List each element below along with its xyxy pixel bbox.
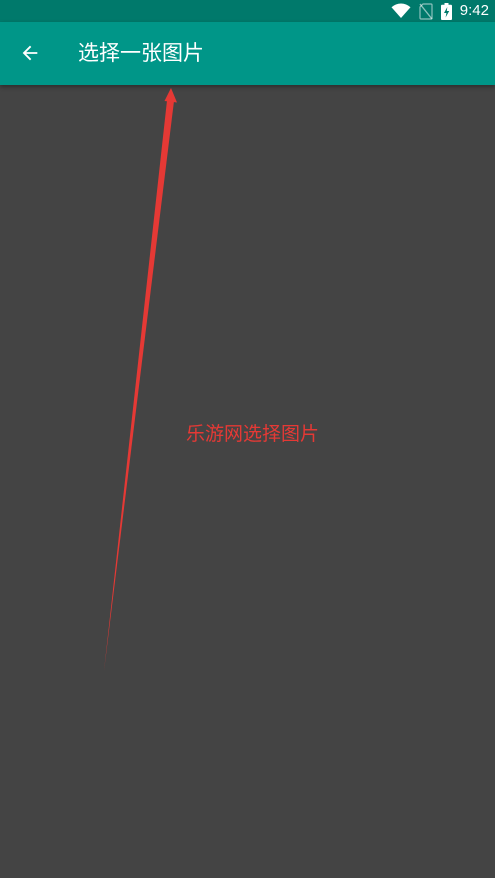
battery-charging-icon [440, 2, 452, 20]
arrow-back-icon [22, 45, 38, 61]
wifi-icon [391, 3, 411, 19]
status-icons: 9:42 [391, 0, 489, 22]
annotation-text: 乐游网选择图片 [186, 423, 320, 445]
annotation-arrow [104, 88, 177, 671]
annotation-arrow-head [164, 88, 177, 103]
status-time: 9:42 [459, 2, 489, 19]
back-button[interactable] [8, 31, 52, 75]
no-sim-icon [419, 2, 433, 20]
content-area: 乐游网选择图片 [0, 85, 495, 878]
page-title: 选择一张图片 [78, 41, 204, 65]
app-bar: 选择一张图片 [0, 22, 495, 85]
annotation-arrow-shaft [104, 96, 175, 671]
status-bar: 9:42 [0, 0, 495, 22]
